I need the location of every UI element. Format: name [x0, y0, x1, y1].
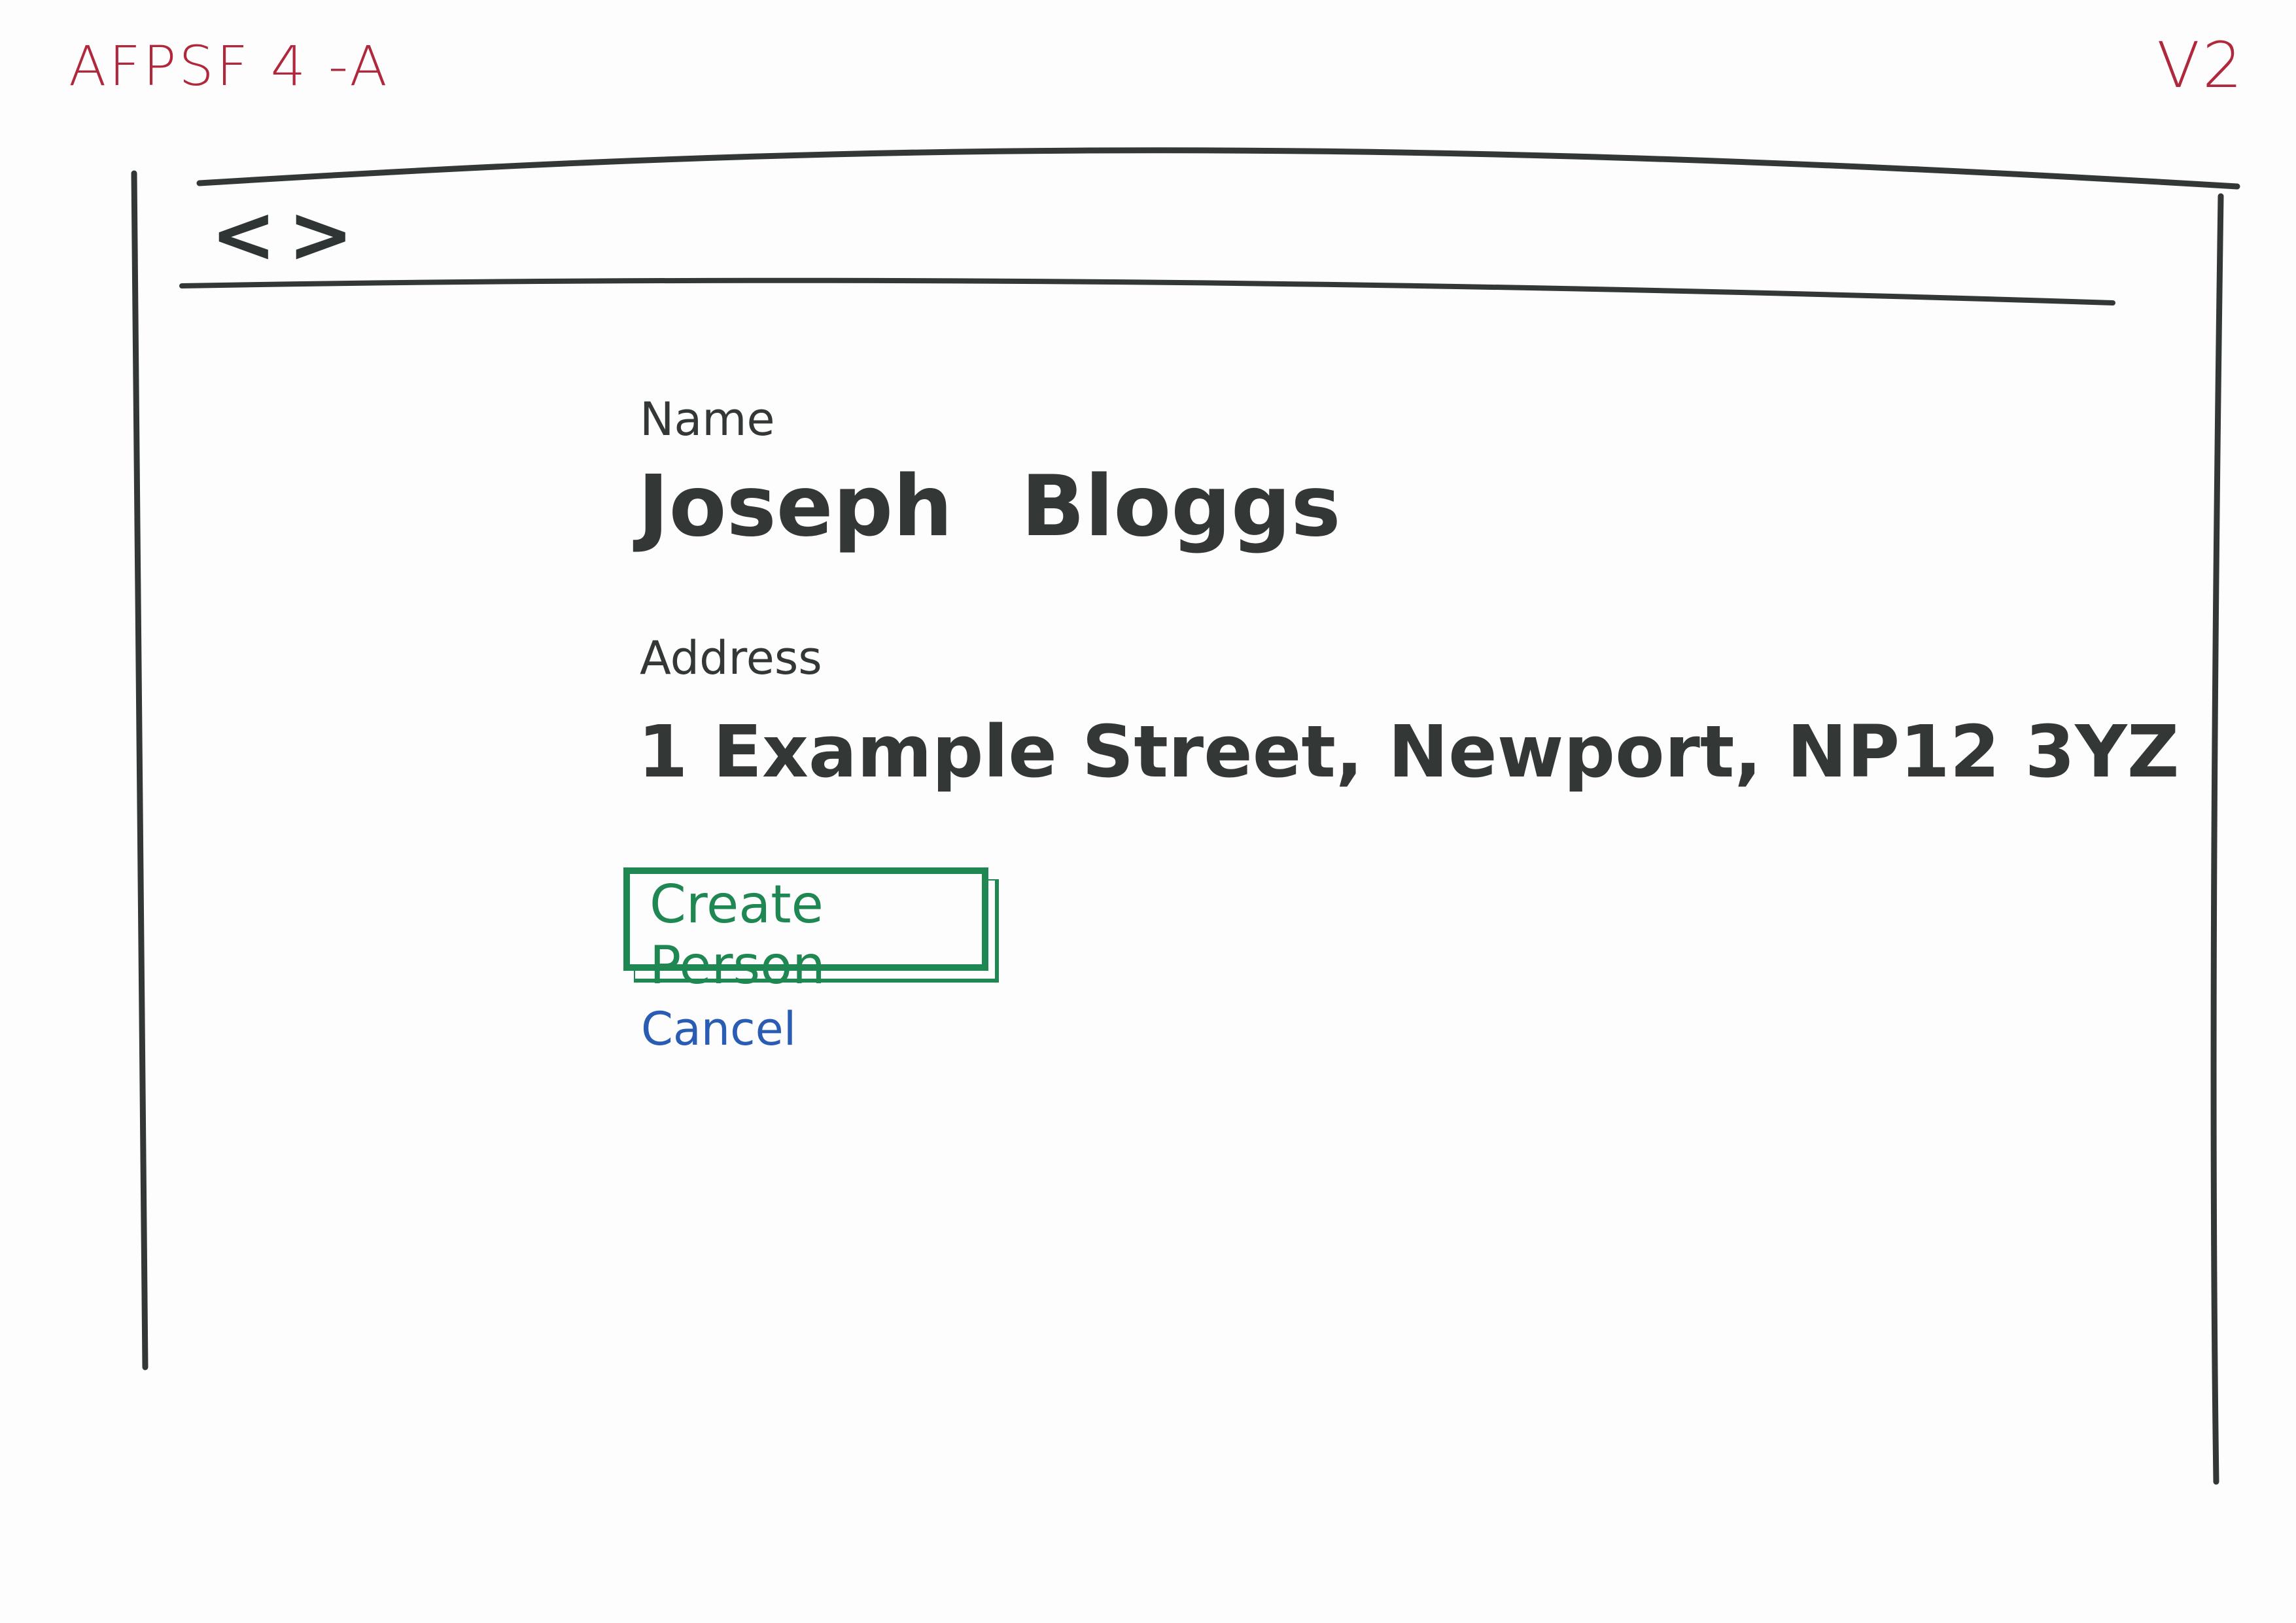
window-right-edge	[2210, 193, 2224, 1485]
address-value: 1 Example Street, Newport, NP12 3YZ	[638, 710, 2180, 794]
window-top-edge	[196, 147, 2240, 190]
version-label: V2	[2157, 29, 2245, 102]
name-value: Joseph Bloggs	[638, 458, 1341, 555]
forward-arrow-icon[interactable]: >	[288, 196, 354, 275]
toolbar-divider	[179, 277, 2115, 305]
sheet-id-label: AFPSF 4 -A	[69, 34, 390, 98]
window-left-edge	[131, 170, 148, 1370]
name-label: Name	[640, 393, 775, 446]
create-person-button[interactable]: Create Person	[623, 867, 988, 996]
address-label: Address	[640, 631, 822, 685]
cancel-link[interactable]: Cancel	[641, 1002, 796, 1056]
wireframe-sheet: AFPSF 4 -A V2 < > Name Joseph Bloggs Add…	[0, 0, 2296, 1623]
back-arrow-icon[interactable]: <	[211, 196, 277, 275]
